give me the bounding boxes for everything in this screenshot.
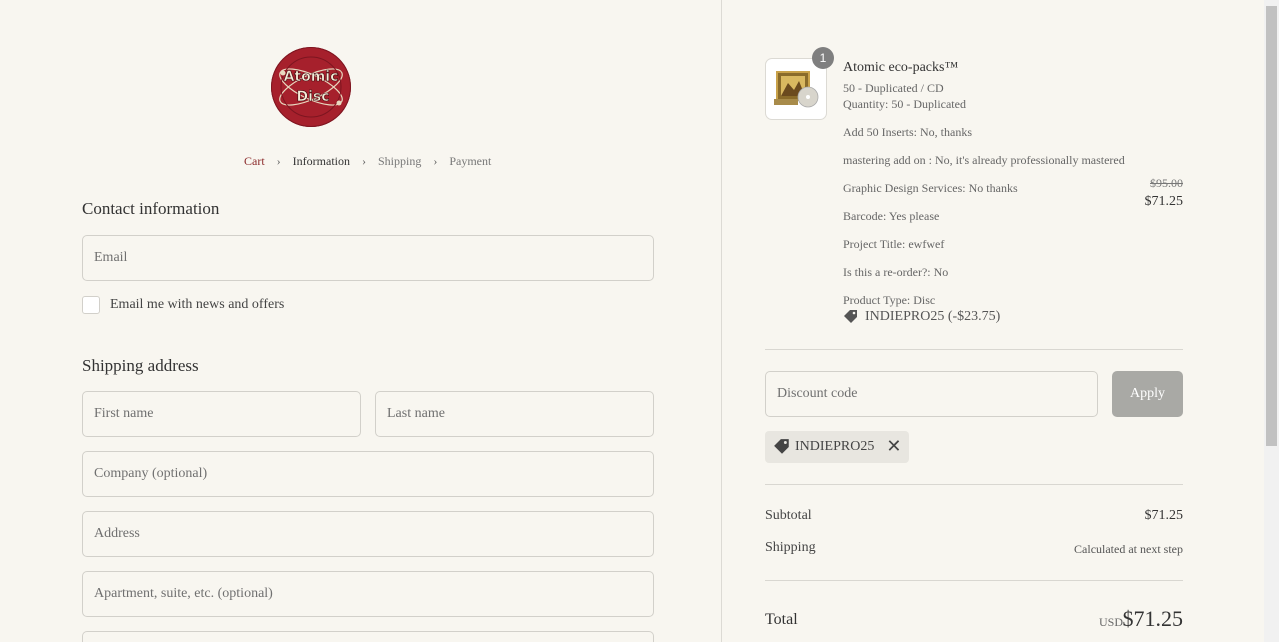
- city-field-partial[interactable]: [82, 631, 654, 642]
- product-option: Product Type: Disc: [843, 293, 936, 307]
- divider: [765, 580, 1183, 581]
- last-name-field[interactable]: [376, 392, 653, 436]
- breadcrumb: Cart › Information › Shipping › Payment: [244, 154, 491, 169]
- logo-text-line1: Atomic: [284, 69, 339, 85]
- chevron-right-icon: ›: [276, 154, 281, 168]
- product-option: Barcode: Yes please: [843, 209, 940, 223]
- last-name-wrapper: [375, 391, 654, 437]
- chevron-right-icon: ›: [433, 154, 438, 168]
- product-option: Is this a re-order?: No: [843, 265, 949, 279]
- discount-chip-code: INDIEPRO25: [795, 439, 875, 454]
- tag-icon: [844, 310, 857, 323]
- email-field-wrapper: [82, 235, 654, 281]
- first-name-wrapper: [82, 391, 361, 437]
- company-field[interactable]: [83, 452, 653, 496]
- shipping-value: Calculated at next step: [1074, 542, 1183, 556]
- discount-code-wrapper: [765, 371, 1098, 417]
- subtotal-value: $71.25: [1144, 508, 1184, 523]
- newsletter-label: Email me with news and offers: [110, 297, 285, 312]
- address-wrapper: [82, 511, 654, 557]
- logo-text-line2: Disc: [296, 89, 329, 105]
- scrollbar-thumb[interactable]: [1266, 6, 1277, 446]
- first-name-field[interactable]: [83, 392, 360, 436]
- product-quantity-line: Quantity: 50 - Duplicated: [843, 97, 966, 111]
- product-option: Graphic Design Services: No thanks: [843, 181, 1018, 195]
- page-scrollbar[interactable]: [1264, 0, 1279, 642]
- product-name: Atomic eco-packs™: [843, 60, 959, 75]
- close-icon[interactable]: ✕: [886, 438, 901, 456]
- product-variant: 50 - Duplicated / CD: [843, 81, 944, 95]
- subtotal-label: Subtotal: [765, 508, 812, 523]
- total-amount: $71.25: [1122, 606, 1184, 631]
- product-option: mastering add on : No, it's already prof…: [843, 153, 1125, 167]
- breadcrumb-cart[interactable]: Cart: [244, 154, 265, 169]
- breadcrumb-shipping: Shipping: [378, 154, 422, 168]
- tag-icon: [774, 439, 789, 454]
- newsletter-row: Email me with news and offers: [82, 296, 284, 314]
- checkout-form-pane: Atomic Disc Cart › Information › Shippin…: [0, 0, 720, 642]
- newsletter-checkbox[interactable]: [82, 296, 100, 314]
- contact-information-heading: Contact information: [82, 199, 220, 218]
- product-option: Add 50 Inserts: No, thanks: [843, 125, 972, 139]
- original-price: $95.00: [1150, 176, 1183, 190]
- divider: [765, 349, 1183, 350]
- total-label: Total: [765, 611, 798, 628]
- applied-discount-text: INDIEPRO25 (-$23.75): [865, 309, 1001, 324]
- atomic-disc-logo[interactable]: Atomic Disc: [271, 47, 351, 127]
- product-option: Project Title: ewfwef: [843, 237, 945, 251]
- divider: [765, 484, 1183, 485]
- address-field[interactable]: [83, 512, 653, 556]
- discounted-price: $71.25: [1144, 194, 1184, 209]
- shipping-address-heading: Shipping address: [82, 356, 199, 375]
- chevron-right-icon: ›: [362, 154, 366, 168]
- breadcrumb-payment: Payment: [449, 154, 492, 168]
- email-field[interactable]: [83, 236, 653, 280]
- shipping-label: Shipping: [765, 540, 816, 555]
- applied-discount-line: INDIEPRO25 (-$23.75): [843, 309, 1000, 325]
- apartment-wrapper: [82, 571, 654, 617]
- apply-discount-button[interactable]: Apply: [1112, 371, 1183, 417]
- total-currency: USD: [1098, 615, 1123, 629]
- discount-code-field[interactable]: [766, 372, 1097, 416]
- company-wrapper: [82, 451, 654, 497]
- discount-chip: INDIEPRO25 ✕: [765, 431, 910, 463]
- apartment-field[interactable]: [83, 572, 653, 616]
- quantity-badge: 1: [812, 47, 834, 69]
- breadcrumb-information: Information: [292, 154, 350, 168]
